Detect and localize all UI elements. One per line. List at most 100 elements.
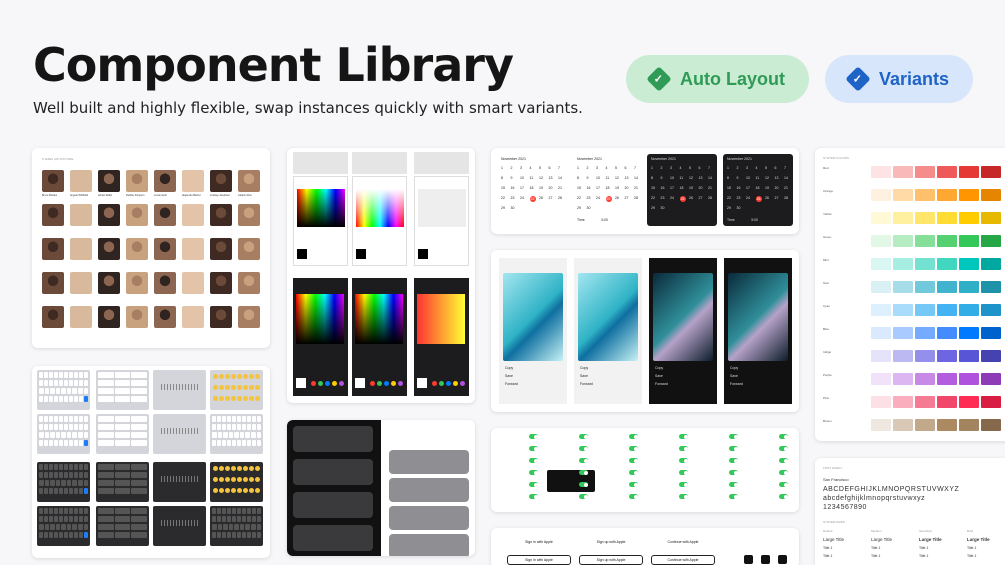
picker-panel [293,176,348,266]
color-dot [325,381,330,386]
day: 4 [679,166,682,170]
emoji [213,477,218,482]
day: 16 [736,186,741,190]
typography-sample: Title 1 [967,546,977,550]
day: 13 [624,176,629,180]
key [84,472,88,478]
day: 30 [660,206,665,210]
color-swatch [871,258,891,270]
key-row [98,516,148,522]
color-swatch [893,373,913,385]
emoji [231,477,236,482]
color-swatch [981,281,1001,293]
apple-button: Continue with Apple [667,540,699,544]
keyboard [153,370,206,410]
key [131,432,148,438]
key [49,488,53,494]
key [131,532,148,538]
day: 16 [660,186,665,190]
key [84,396,88,402]
key [69,516,73,522]
key [39,372,43,378]
key [217,432,223,438]
menu-item: Copy [505,366,514,370]
key [222,516,226,522]
avatar [154,204,176,226]
key [39,480,44,486]
keyboard [96,414,149,454]
key-row [39,372,88,378]
uppercase-sample: ABCDEFGHIJKLMNOPQRSTUVWXYZ [823,486,960,493]
day: 12 [689,176,693,180]
key [44,424,48,430]
emoji [255,466,260,471]
key [114,432,131,438]
toggle-switch [579,446,588,451]
day: 20 [774,186,779,190]
avatar [70,272,92,294]
emoji [219,385,224,390]
waveform [161,476,198,482]
color-swatch [915,281,935,293]
day: 30 [510,206,515,210]
avatar [42,238,64,260]
color-swatch [937,396,957,408]
day: 3 [596,166,598,170]
typography-sample: Title 1 [919,546,929,550]
key [237,508,241,514]
wallpaper-image [728,273,788,361]
key [39,464,43,470]
key [64,424,68,430]
toggle-switch [529,482,538,487]
day: 8 [651,176,653,180]
day: 24 [670,196,674,200]
color-swatch [871,373,891,385]
key [44,388,50,394]
key [131,464,148,470]
keyboard [96,506,149,546]
key [217,416,221,422]
key-row [39,432,89,438]
day: 21 [708,186,712,190]
key [74,508,78,514]
color-row-label: Yellow [823,212,832,216]
day: 1 [501,166,503,170]
emoji [237,374,242,379]
emoji [213,374,218,379]
current-color [296,378,306,388]
color-swatch [871,235,891,247]
color-swatch [981,419,1001,431]
menu-item: Forward [580,382,593,386]
day: 5 [765,166,767,170]
key [256,524,262,530]
key [69,424,73,430]
key [54,488,58,494]
toggle-switch [779,482,788,487]
day: 24 [596,196,600,200]
keyboard [210,370,263,410]
key [84,380,88,386]
toggle-switch [679,494,688,499]
key [232,516,236,522]
picker-panel [414,176,469,266]
key [252,532,256,538]
day: 29 [501,206,505,210]
key [84,516,88,522]
key [54,372,58,378]
key [98,488,114,494]
day: 7 [784,166,786,170]
day: 13 [548,176,553,180]
key [212,440,216,446]
day: 14 [784,176,788,180]
key [114,480,131,486]
emoji [237,466,242,471]
key-row [39,380,88,386]
color-swatch [959,327,979,339]
avatars-header: 6 SIZES (20) PICTURE [42,157,74,161]
key [114,424,131,430]
avatar [238,238,260,260]
key-row [212,424,261,430]
key [242,532,246,538]
toggle-switch [779,434,788,439]
avatar [210,238,232,260]
